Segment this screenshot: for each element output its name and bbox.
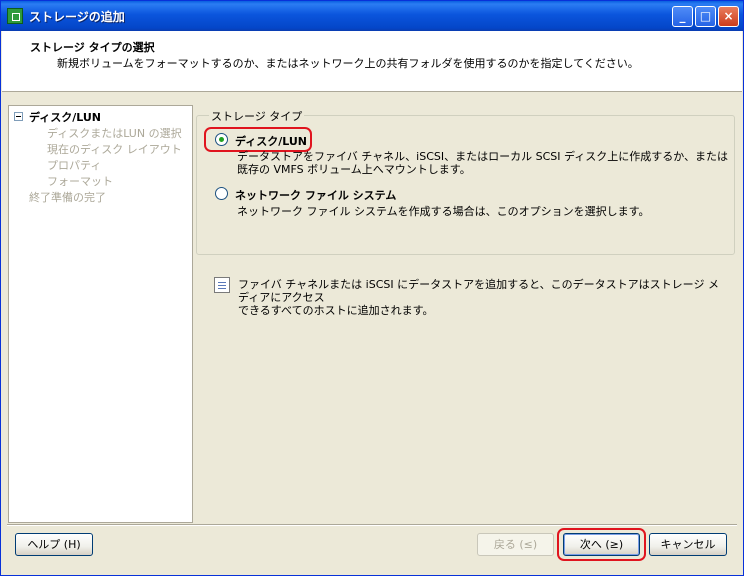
option-nfs-label[interactable]: ネットワーク ファイル システム	[235, 187, 396, 203]
step-ready-to-complete: 終了準備の完了	[29, 191, 106, 204]
window-title: ストレージの追加	[29, 10, 125, 24]
info-line-1: ファイバ チャネルまたは iSCSI にデータストアを追加すると、このデータスト…	[238, 278, 719, 304]
next-button[interactable]: 次へ (≥)	[563, 533, 640, 556]
page-title: ストレージ タイプの選択	[30, 41, 155, 54]
title-bar[interactable]: ストレージの追加 _ □ ×	[1, 1, 743, 31]
step-current-layout: 現在のディスク レイアウト	[47, 143, 182, 156]
add-storage-window: ストレージの追加 _ □ × ストレージ タイプの選択 新規ボリュームをフォーマ…	[0, 0, 744, 576]
info-line-2: できるすべてのホストに追加されます。	[238, 304, 434, 317]
info-message: ファイバ チャネルまたは iSCSI にデータストアを追加すると、このデータスト…	[238, 278, 728, 317]
footer-separator	[7, 524, 737, 526]
info-icon	[214, 277, 230, 293]
option-disk-lun-desc-1: データストアをファイバ チャネル、iSCSI、またはローカル SCSI ディスク…	[237, 150, 729, 163]
radio-nfs[interactable]	[215, 187, 228, 200]
wizard-steps-panel: ディスク/LUN ディスクまたはLUN の選択 現在のディスク レイアウト プロ…	[8, 105, 193, 523]
step-properties: プロパティ	[47, 159, 102, 172]
storage-type-legend: ストレージ タイプ	[209, 108, 305, 124]
step-format: フォーマット	[47, 175, 113, 188]
collapse-icon[interactable]	[14, 112, 23, 121]
minimize-icon[interactable]: _	[672, 6, 693, 27]
option-disk-lun-label[interactable]: ディスク/LUN	[235, 133, 307, 149]
close-icon[interactable]: ×	[718, 6, 739, 27]
page-description: 新規ボリュームをフォーマットするのか、またはネットワーク上の共有フォルダを使用す…	[57, 57, 639, 70]
option-disk-lun-desc-2: 既存の VMFS ボリューム上へマウントします。	[237, 163, 471, 176]
wizard-header: ストレージ タイプの選択 新規ボリュームをフォーマットするのか、またはネットワー…	[2, 31, 742, 92]
cancel-button[interactable]: キャンセル	[649, 533, 727, 556]
content-area: ストレージ タイプ ディスク/LUN データストアをファイバ チャネル、iSCS…	[194, 105, 737, 521]
help-button[interactable]: ヘルプ (H)	[15, 533, 93, 556]
app-icon	[7, 8, 23, 24]
back-button[interactable]: 戻る (≤)	[477, 533, 554, 556]
step-select-disk: ディスクまたはLUN の選択	[47, 127, 182, 140]
maximize-icon[interactable]: □	[695, 6, 716, 27]
option-nfs-desc: ネットワーク ファイル システムを作成する場合は、このオプションを選択します。	[237, 205, 650, 218]
step-disk-lun[interactable]: ディスク/LUN	[29, 109, 101, 125]
radio-disk-lun[interactable]	[215, 133, 228, 146]
storage-type-group: ストレージ タイプ ディスク/LUN データストアをファイバ チャネル、iSCS…	[196, 108, 735, 255]
